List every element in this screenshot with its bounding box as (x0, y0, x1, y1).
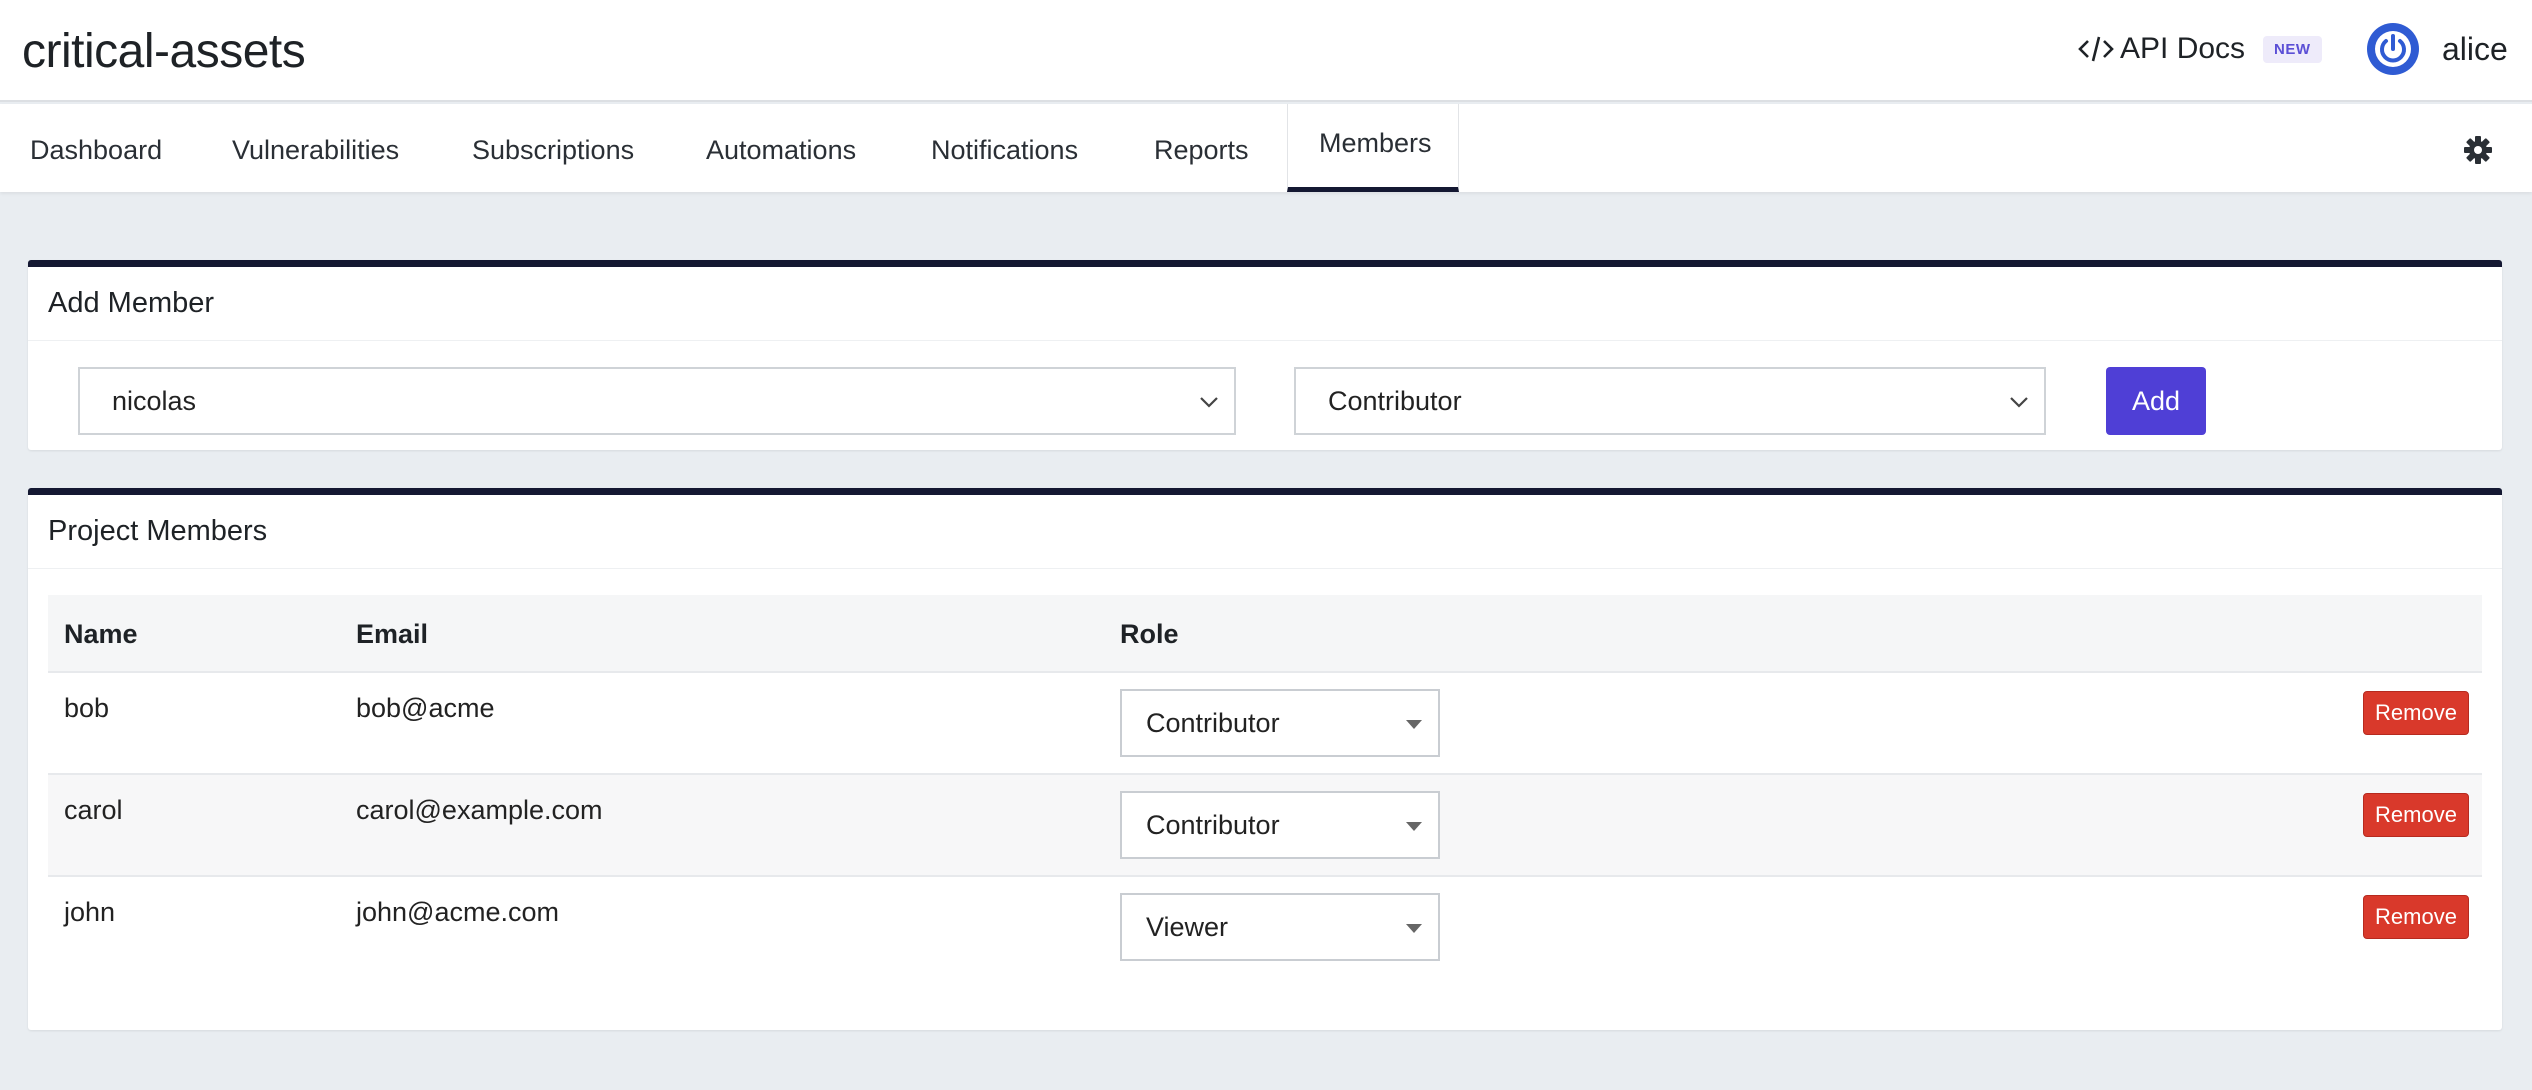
code-icon (2078, 36, 2114, 62)
column-header-name: Name (64, 619, 138, 649)
member-name: john (64, 897, 116, 927)
add-member-panel: Add Member nicolas Contributor Add (28, 260, 2502, 450)
user-menu[interactable]: alice (2366, 22, 2508, 76)
project-title: critical-assets (22, 25, 306, 78)
table-row: bob bob@acme Contributor Remove (48, 671, 2482, 773)
chevron-down-icon (2010, 397, 2028, 408)
tab-subscriptions[interactable]: Subscriptions (450, 104, 690, 192)
username: alice (2442, 30, 2508, 67)
remove-button[interactable]: Remove (2363, 691, 2469, 735)
tab-vulnerabilities[interactable]: Vulnerabilities (190, 104, 450, 192)
members-table: Name Email Role bob bob@acme Contributor… (48, 595, 2482, 977)
role-select-value: Contributor (1328, 385, 1462, 416)
member-name: bob (64, 693, 110, 723)
api-docs-label: API Docs (2120, 32, 2246, 65)
column-header-email: Email (356, 619, 429, 649)
tab-dashboard[interactable]: Dashboard (0, 104, 190, 192)
tab-notifications[interactable]: Notifications (920, 104, 1150, 192)
remove-button[interactable]: Remove (2363, 895, 2469, 939)
tab-reports[interactable]: Reports (1150, 104, 1286, 192)
member-role-select[interactable]: Contributor (1120, 791, 1440, 859)
table-row: john john@acme.com Viewer Remove (48, 875, 2482, 977)
member-role-value: Viewer (1146, 911, 1229, 942)
member-name: carol (64, 795, 123, 825)
member-email: bob@acme (356, 693, 495, 723)
caret-down-icon (1406, 720, 1422, 729)
role-select[interactable]: Contributor (1294, 367, 2046, 435)
member-role-value: Contributor (1146, 809, 1280, 840)
add-button[interactable]: Add (2106, 367, 2206, 435)
user-select-value: nicolas (112, 385, 197, 416)
user-select[interactable]: nicolas (78, 367, 1236, 435)
add-member-title: Add Member (28, 267, 2502, 341)
caret-down-icon (1406, 822, 1422, 831)
member-role-value: Contributor (1146, 707, 1280, 738)
project-members-title: Project Members (28, 495, 2502, 569)
table-row: carol carol@example.com Contributor Remo… (48, 773, 2482, 875)
power-avatar-icon (2367, 23, 2419, 75)
column-header-role: Role (1120, 619, 1179, 649)
nav-bar: Dashboard Vulnerabilities Subscriptions … (0, 104, 2532, 192)
member-email: john@acme.com (356, 897, 559, 927)
project-members-panel: Project Members Name Email Role bob bob@… (28, 488, 2502, 1030)
top-bar: critical-assets API Docs NEW alice (0, 0, 2532, 102)
api-docs-link[interactable]: API Docs NEW (2078, 32, 2322, 66)
table-header: Name Email Role (48, 595, 2482, 671)
tab-members[interactable]: Members (1287, 104, 1459, 192)
chevron-down-icon (1200, 397, 1218, 408)
member-email: carol@example.com (356, 795, 603, 825)
caret-down-icon (1406, 924, 1422, 933)
gear-icon[interactable] (2462, 134, 2494, 166)
member-role-select[interactable]: Viewer (1120, 893, 1440, 961)
tab-automations[interactable]: Automations (690, 104, 920, 192)
remove-button[interactable]: Remove (2363, 793, 2469, 837)
member-role-select[interactable]: Contributor (1120, 689, 1440, 757)
new-badge: NEW (2263, 35, 2322, 63)
